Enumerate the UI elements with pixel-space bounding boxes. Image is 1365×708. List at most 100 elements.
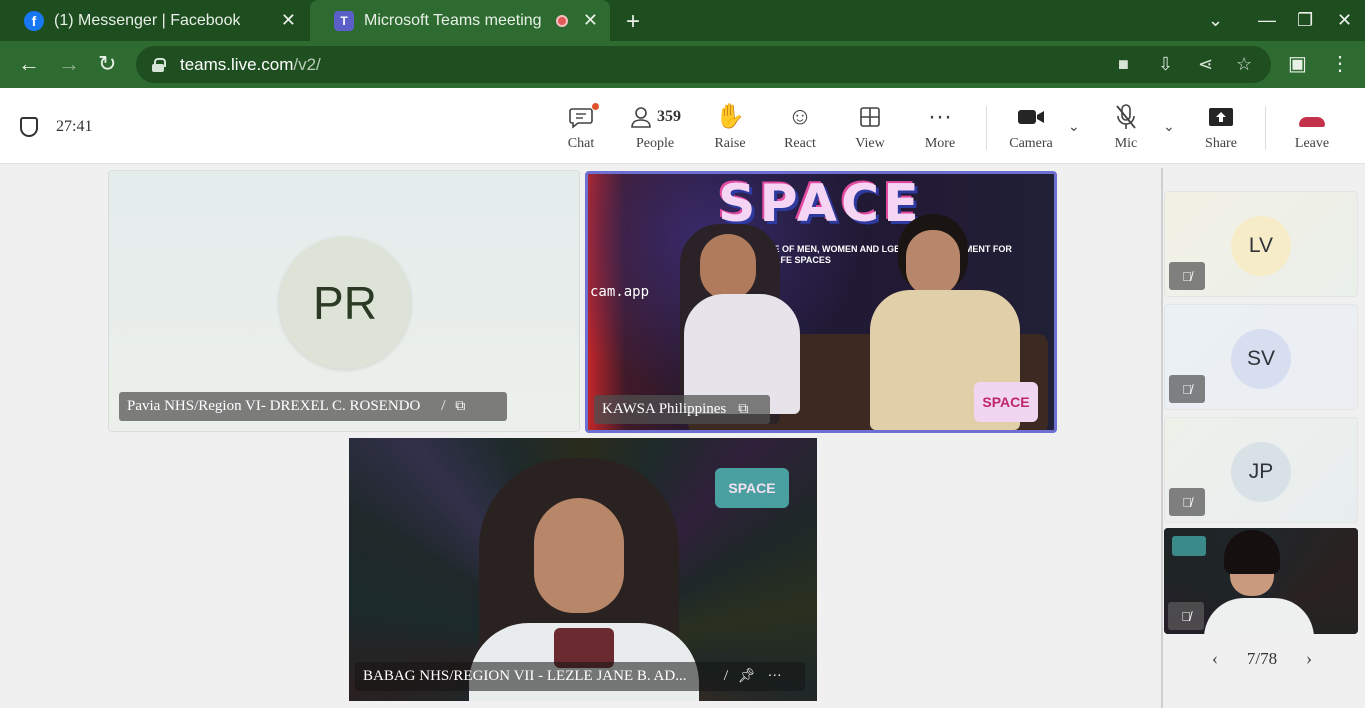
url-text: teams.live.com/v2/ [180, 55, 321, 75]
url-path: /v2/ [293, 54, 321, 74]
space-badge-logo: SPACE [974, 382, 1038, 422]
teams-icon: T [334, 10, 354, 31]
back-button[interactable]: ← [18, 51, 40, 77]
view-label: View [855, 136, 885, 151]
meeting-timer: 27:41 [56, 118, 93, 135]
restore-button[interactable]: ❐ [1297, 10, 1313, 31]
avatar: LV [1231, 216, 1291, 276]
ellipsis-icon: ··· [928, 103, 952, 130]
view-button[interactable]: View [835, 102, 905, 152]
mic-muted-icon [1091, 102, 1161, 132]
camera-button[interactable]: Camera [996, 102, 1066, 152]
pin-icon[interactable]: 📌︎ [738, 668, 756, 685]
participant-tile[interactable]: SPACE BABAG NHS/REGION VII - LEZLE JANE … [349, 438, 817, 701]
raise-label: Raise [714, 136, 746, 151]
rail-participant-tile[interactable]: SV 🎙̸ [1164, 304, 1358, 410]
leave-button[interactable]: Leave [1277, 102, 1347, 152]
grid-view-icon [835, 102, 905, 132]
browser-menu-icon[interactable]: ⋮ [1330, 51, 1350, 76]
pager-text: 7/78 [1246, 648, 1278, 668]
share-button[interactable]: Share [1186, 102, 1256, 152]
watermark-text: cam.app [590, 284, 650, 300]
rail-participant-video-tile[interactable]: 🎙̸ [1164, 528, 1358, 634]
tab-teams-meeting[interactable]: T Microsoft Teams meeting | M ✕ [310, 0, 610, 41]
avatar: PR [279, 237, 411, 369]
mic-muted-icon: 🎙̸ [1169, 262, 1205, 290]
install-app-icon[interactable]: ⇩ [1158, 54, 1173, 75]
space-badge-logo [1172, 536, 1206, 556]
chat-button[interactable]: Chat [546, 102, 616, 152]
divider [1265, 106, 1266, 150]
people-label: People [635, 136, 675, 151]
chat-label: Chat [567, 136, 595, 151]
camera-in-use-icon[interactable]: ■ [1118, 54, 1129, 75]
video-camera-icon [996, 102, 1066, 132]
avatar: SV [1231, 329, 1291, 389]
reload-button[interactable]: ↻ [98, 51, 116, 77]
react-button[interactable]: ☺ React [765, 102, 835, 152]
mic-options-chevron-icon[interactable]: ⌄ [1163, 118, 1175, 135]
participant-face-shape [534, 498, 624, 613]
new-tab-button[interactable]: + [626, 8, 640, 36]
share-screen-icon [1186, 102, 1256, 132]
raise-hand-button[interactable]: ✋ Raise [695, 102, 765, 152]
close-window-button[interactable]: ✕ [1337, 10, 1352, 31]
tab-title: Microsoft Teams meeting | M [364, 11, 544, 29]
more-label: More [924, 136, 956, 151]
side-panel-icon[interactable]: ▣ [1288, 51, 1307, 76]
mic-muted-icon: 🎙̸ [1168, 602, 1204, 630]
tab-search-chevron-icon[interactable]: ⌄ [1208, 10, 1223, 31]
screen-share-badge-icon: ⧉ [738, 401, 749, 417]
participant-tile[interactable]: PR Pavia NHS/Region VI- DREXEL C. ROSEND… [108, 170, 580, 432]
meeting-stage: PR Pavia NHS/Region VI- DREXEL C. ROSEND… [0, 164, 1160, 708]
smiley-icon: ☺ [787, 103, 813, 130]
hang-up-icon [1277, 102, 1347, 132]
bookmark-star-icon[interactable]: ☆ [1236, 54, 1252, 75]
mic-label: Mic [1114, 136, 1138, 151]
rail-pager: ‹ 7/78 › [1212, 648, 1312, 669]
unread-badge [591, 102, 600, 111]
mic-muted-icon: 🎙̸ [432, 398, 444, 414]
camera-options-chevron-icon[interactable]: ⌄ [1068, 118, 1080, 135]
people-icon: 359 [620, 102, 690, 132]
space-badge-logo: SPACE [715, 468, 789, 508]
recording-indicator-icon [556, 14, 568, 27]
participant-tile-active-speaker[interactable]: SPACE LE OF MEN, WOMEN AND LGBTQIA+ S MO… [585, 171, 1057, 433]
more-options-icon[interactable]: ··· [768, 669, 782, 685]
lock-icon[interactable] [152, 57, 166, 72]
close-tab-icon[interactable]: ✕ [583, 10, 598, 31]
chat-icon [546, 102, 616, 132]
host-man-face [906, 230, 960, 296]
chevron-left-icon[interactable]: ‹ [1212, 648, 1218, 669]
rail-participant-tile[interactable]: JP 🎙̸ [1164, 417, 1358, 523]
avatar: JP [1231, 442, 1291, 502]
mic-muted-icon: 🎙̸ [1169, 488, 1205, 516]
react-label: React [784, 136, 816, 151]
chevron-right-icon[interactable]: › [1306, 648, 1312, 669]
rail-participant-tile[interactable]: LV 🎙̸ [1164, 191, 1358, 297]
participant-name-chip: BABAG NHS/REGION VII - LEZLE JANE B. AD.… [355, 662, 805, 691]
meeting-header: 27:41 Chat 359 People ✋ Raise ☺ React Vi… [0, 88, 1365, 164]
mic-muted-icon: 🎙̸ [715, 668, 726, 684]
url-host: teams.live.com [180, 54, 294, 74]
browser-tab-strip: f (1) Messenger | Facebook ✕ T Microsoft… [0, 0, 1365, 41]
participant-name: BABAG NHS/REGION VII - LEZLE JANE B. AD.… [363, 668, 687, 684]
mic-button[interactable]: Mic [1091, 102, 1161, 152]
participant-name: Pavia NHS/Region VI- DREXEL C. ROSENDO [127, 398, 421, 414]
minimize-button[interactable]: — [1258, 10, 1276, 31]
screen-share-badge-icon: ⧉ [455, 398, 466, 414]
mic-muted-icon: 🎙̸ [1169, 375, 1205, 403]
close-tab-icon[interactable]: ✕ [281, 10, 296, 31]
address-bar[interactable]: teams.live.com/v2/ ■ ⇩ ⋖ ☆ [136, 46, 1271, 83]
tab-messenger[interactable]: f (1) Messenger | Facebook ✕ [0, 0, 308, 41]
participant-name: KAWSA Philippines [602, 401, 727, 417]
hand-icon: ✋ [715, 103, 745, 130]
facebook-icon: f [24, 10, 44, 31]
rail-divider [1161, 168, 1163, 708]
share-icon[interactable]: ⋖ [1198, 54, 1213, 75]
shield-icon[interactable] [20, 117, 38, 137]
people-button[interactable]: 359 People [620, 102, 690, 152]
more-button[interactable]: ··· More [905, 102, 975, 152]
camera-label: Camera [1009, 136, 1053, 151]
forward-button[interactable]: → [58, 51, 80, 77]
